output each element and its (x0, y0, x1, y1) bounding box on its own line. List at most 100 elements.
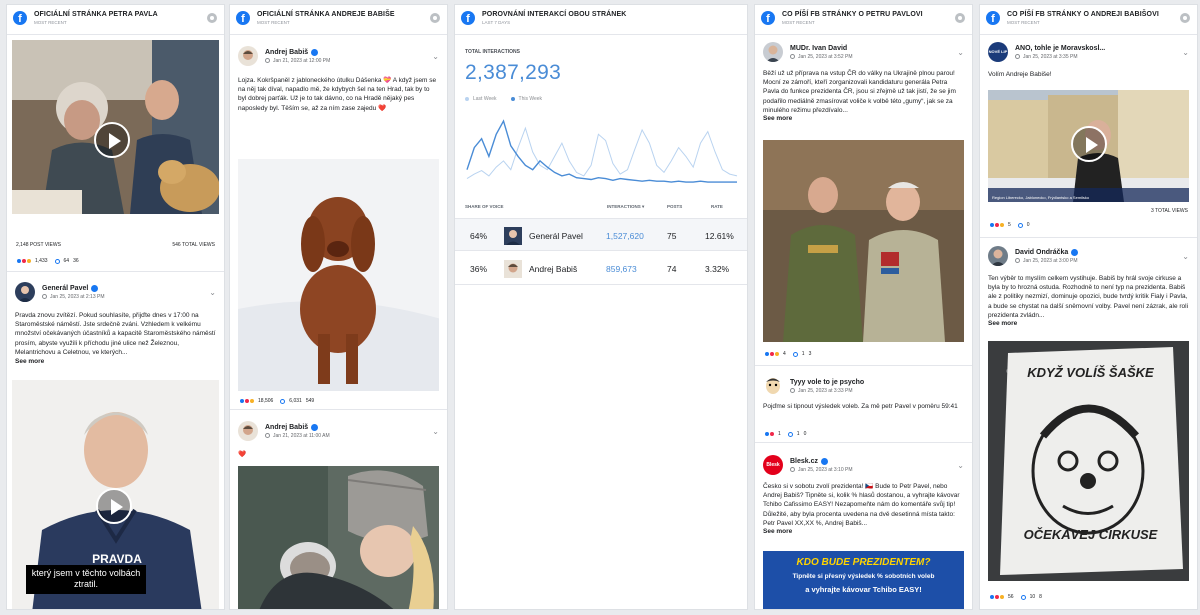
globe-icon (790, 388, 795, 393)
post-date[interactable]: Jan 21, 2023 at 11:00 AM (265, 433, 432, 439)
see-more-link[interactable]: See more (755, 528, 972, 535)
comment-icon[interactable] (1020, 594, 1026, 600)
legend-this-week[interactable]: This Week (510, 96, 542, 102)
post-image[interactable]: KDYŽ VOLÍŠ ŠAŠKE OČEKÁVEJ CIRKUSE (988, 341, 1189, 581)
total-views: 3 TOTAL VIEWS (1150, 208, 1188, 214)
avatar[interactable] (238, 46, 258, 66)
share-value: 36% (470, 264, 488, 274)
reaction-row: 56 10 8 (980, 594, 1197, 600)
video-thumbnail[interactable]: Region Liberecko, Jablonecko, Frýdlantsk… (988, 90, 1189, 202)
globe-icon (1015, 54, 1020, 59)
post-header: Blesk Blesk.cz Jan 25, 2023 at 3:10 PM ⌄ (755, 444, 972, 475)
reaction-row: 4 1 3 (755, 351, 972, 357)
post-image[interactable]: KDO BUDE PREZIDENTEM? Tipněte si přesný … (763, 551, 964, 609)
author-name[interactable]: Andrej Babiš (265, 423, 432, 431)
column-subtitle: MOST RECENT (782, 20, 815, 25)
author-name[interactable]: David Ondráčka (1015, 248, 1182, 256)
post-text: Ten výběr to myslím celkem vystihuje. Ba… (988, 275, 1189, 319)
globe-icon (790, 467, 795, 472)
post-date[interactable]: Jan 25, 2023 at 2:13 PM (42, 294, 209, 300)
chevron-down-icon[interactable]: ⌄ (209, 288, 216, 297)
header-share-of-voice[interactable]: SHARE OF VOICE (465, 204, 504, 209)
post-date[interactable]: Jan 25, 2023 at 3:52 PM (790, 54, 957, 60)
total-interactions-label: TOTAL INTERACTIONS (465, 49, 520, 55)
avatar[interactable] (238, 421, 258, 441)
comment-icon[interactable] (1017, 222, 1023, 228)
avatar[interactable]: NOVÉ LIP (988, 42, 1008, 62)
column-subtitle: LAST 7 DAYS (482, 20, 511, 25)
see-more-link[interactable]: See more (755, 115, 972, 122)
blesk-logo[interactable]: Blesk (763, 455, 783, 475)
video-thumbnail[interactable]: PRAVDA ZVÍTĚZÍ který jsem v těchto volbá… (12, 380, 219, 609)
reactions-icon[interactable] (239, 398, 255, 404)
play-icon[interactable] (1071, 126, 1107, 162)
reactions-icon[interactable] (989, 222, 1005, 228)
reactions-icon[interactable] (764, 351, 780, 357)
post-image[interactable] (763, 140, 964, 342)
header-interactions[interactable]: INTERACTIONS ▾ (607, 204, 644, 210)
chevron-down-icon[interactable]: ⌄ (1182, 48, 1189, 57)
avatar[interactable] (763, 376, 783, 396)
reactions-icon[interactable] (764, 431, 775, 437)
table-row[interactable]: 64% Generál Pavel 1,527,620 75 12.61% (455, 218, 747, 251)
author-name[interactable]: ANO, tohle je Moravskosl... (1015, 45, 1182, 52)
rate-value: 3.32% (705, 264, 730, 274)
reaction-count: 56 (1008, 594, 1014, 600)
avatar[interactable] (988, 246, 1008, 266)
gear-icon[interactable] (955, 13, 965, 23)
author-name[interactable]: Generál Pavel (42, 284, 209, 292)
interactions-value[interactable]: 859,673 (606, 264, 637, 274)
video-thumbnail[interactable] (12, 40, 219, 214)
reactions-icon[interactable] (16, 258, 32, 264)
globe-icon (42, 294, 47, 299)
globe-icon (790, 54, 795, 59)
comment-icon[interactable] (792, 351, 798, 357)
author-name[interactable]: Tyyy vole to je psycho (790, 379, 964, 386)
post-header: Andrej Babiš Jan 21, 2023 at 12:00 PM ⌄ (230, 36, 447, 66)
page-name[interactable]: Generál Pavel (529, 231, 583, 241)
post-date[interactable]: Jan 25, 2023 at 3:33 PM (790, 388, 964, 394)
author-name[interactable]: Blesk.cz (790, 457, 957, 465)
banner-title: KDO BUDE PREZIDENTEM? (796, 557, 931, 568)
post-date[interactable]: Jan 25, 2023 at 3:00 PM (1015, 258, 1182, 264)
header-posts[interactable]: POSTS (667, 204, 682, 209)
header-rate[interactable]: RATE (711, 204, 723, 209)
column-header: f CO PÍŠÍ FB STRÁNKY O PETRU PAVLOVI MOS… (755, 5, 972, 35)
share-count: 36 (73, 258, 79, 264)
avatar[interactable] (15, 282, 35, 302)
gear-icon[interactable] (1180, 13, 1190, 23)
chevron-down-icon[interactable]: ⌄ (957, 48, 964, 57)
play-icon[interactable] (94, 122, 130, 158)
avatar[interactable] (763, 42, 783, 62)
gear-icon[interactable] (430, 13, 440, 23)
post-image[interactable] (238, 466, 439, 609)
see-more-link[interactable]: See more (980, 320, 1197, 327)
post-date[interactable]: Jan 21, 2023 at 12:00 PM (265, 58, 432, 64)
column-babis-page: f OFICIÁLNÍ STRÁNKA ANDREJE BABIŠE MOST … (229, 4, 448, 610)
column-title: OFICIÁLNÍ STRÁNKA PETRA PAVLA (34, 11, 158, 18)
author-name[interactable]: MUDr. Ivan David (790, 45, 957, 52)
gear-icon[interactable] (207, 13, 217, 23)
comment-icon[interactable] (787, 431, 793, 437)
column-about-pavel: f CO PÍŠÍ FB STRÁNKY O PETRU PAVLOVI MOS… (754, 4, 973, 610)
globe-icon (265, 433, 270, 438)
reactions-icon[interactable] (989, 594, 1005, 600)
legend-last-week[interactable]: Last Week (465, 96, 497, 102)
post-date[interactable]: Jan 25, 2023 at 3:35 PM (1015, 54, 1182, 60)
comment-icon[interactable] (280, 398, 286, 404)
share-count: 0 (803, 431, 807, 437)
chevron-down-icon[interactable]: ⌄ (432, 52, 439, 61)
author-name[interactable]: Andrej Babiš (265, 48, 432, 56)
chevron-down-icon[interactable]: ⌄ (1182, 252, 1189, 261)
chevron-down-icon[interactable]: ⌄ (957, 461, 964, 470)
see-more-link[interactable]: See more (7, 358, 224, 365)
play-icon[interactable] (96, 488, 132, 524)
page-name[interactable]: Andrej Babiš (529, 264, 577, 274)
post-date[interactable]: Jan 25, 2023 at 3:10 PM (790, 467, 957, 473)
table-row[interactable]: 36% Andrej Babiš 859,673 74 3.32% (455, 252, 747, 285)
comment-icon[interactable] (54, 258, 60, 264)
video-caption: Region Liberecko, Jablonecko, Frýdlantsk… (992, 195, 1090, 200)
chevron-down-icon[interactable]: ⌄ (432, 427, 439, 436)
interactions-value[interactable]: 1,527,620 (606, 231, 644, 241)
post-image[interactable] (238, 159, 439, 391)
